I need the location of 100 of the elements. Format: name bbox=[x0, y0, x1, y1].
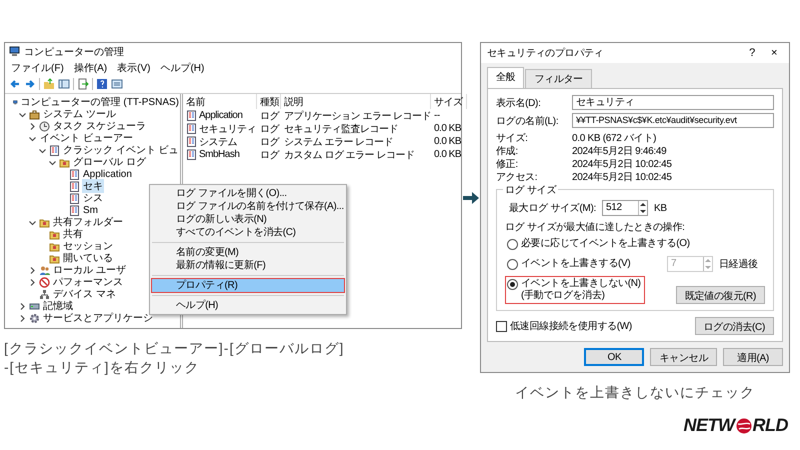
table-cell-text: 0.0 KB bbox=[433, 122, 462, 135]
menu-item[interactable]: ログ ファイルの名前を付けて保存(A)... bbox=[152, 200, 344, 213]
help-button[interactable]: ? bbox=[741, 47, 763, 59]
expand-chevron-icon[interactable] bbox=[28, 122, 36, 130]
menu-item[interactable]: プロパティ(R) bbox=[152, 279, 344, 292]
view-icon[interactable] bbox=[111, 78, 123, 90]
tree-item[interactable]: Application bbox=[82, 168, 133, 180]
log-name: Application bbox=[199, 110, 242, 121]
panel-icon[interactable] bbox=[58, 78, 70, 90]
checkbox[interactable] bbox=[496, 320, 507, 332]
tree-item[interactable]: クラシック イベント ビュ bbox=[62, 143, 180, 157]
clock-icon bbox=[39, 120, 50, 132]
clear-log-button[interactable]: ログの消去(C) bbox=[694, 317, 774, 335]
radio-option[interactable]: 必要に応じてイベントを上書きする(O) bbox=[505, 236, 765, 254]
table-cell-text: 0.0 KB bbox=[433, 148, 462, 161]
tree-item[interactable]: パフォーマンス bbox=[52, 275, 124, 289]
expand-chevron-icon[interactable] bbox=[28, 278, 36, 286]
menu-item[interactable]: ヘルプ(H) bbox=[160, 60, 204, 74]
table-cell-text: セキュリティ監査レコード bbox=[283, 122, 399, 135]
tab[interactable]: フィルター bbox=[525, 69, 592, 88]
expand-chevron-icon[interactable] bbox=[18, 302, 26, 310]
column-header[interactable]: サイズ bbox=[431, 94, 467, 109]
log-name: SmbHash bbox=[199, 149, 240, 160]
radio-button[interactable] bbox=[507, 279, 518, 290]
input-field[interactable]: ¥¥TT-PSNAS¥c$¥K.etc¥audit¥security.evt bbox=[572, 113, 774, 128]
spin-up-icon bbox=[705, 258, 711, 263]
restore-defaults-button[interactable]: 既定値の復元(R) bbox=[676, 286, 765, 304]
help-icon[interactable] bbox=[96, 78, 108, 90]
menu-item[interactable]: ログ ファイルを開く(O)... bbox=[152, 187, 344, 200]
menu-item[interactable]: ファイル(F) bbox=[11, 60, 64, 74]
gauge-icon bbox=[39, 276, 50, 288]
info-label: サイズ: bbox=[496, 132, 529, 145]
close-button[interactable]: × bbox=[763, 47, 785, 59]
expand-chevron-icon[interactable] bbox=[28, 266, 36, 274]
tree-item[interactable]: 共有フォルダー bbox=[52, 215, 124, 229]
spin-up-icon[interactable] bbox=[640, 202, 646, 207]
tree-item[interactable]: セッション bbox=[62, 239, 114, 253]
dialog-button[interactable]: OK bbox=[584, 348, 644, 366]
log-icon bbox=[186, 110, 197, 121]
menu-item[interactable]: 表示(V) bbox=[117, 60, 150, 74]
log-icon bbox=[49, 144, 60, 156]
menu-item[interactable]: ヘルプ(H) bbox=[152, 299, 344, 312]
option-label: イベントを上書きしない(N) (手動でログを消去) bbox=[521, 278, 641, 302]
tree-item[interactable]: 共有 bbox=[62, 227, 84, 241]
dialog-button[interactable]: キャンセル bbox=[650, 348, 717, 366]
radio-button[interactable] bbox=[507, 239, 518, 250]
spin-field: 7 bbox=[667, 256, 713, 272]
forward-arrow-icon[interactable] bbox=[24, 78, 36, 90]
tree-item[interactable]: デバイス マネ bbox=[52, 287, 117, 301]
table-cell-text: ログ bbox=[259, 122, 280, 135]
tree-item[interactable]: セキ bbox=[82, 179, 104, 193]
menu-item[interactable]: 最新の情報に更新(F) bbox=[152, 259, 344, 272]
table-cell-text: 0.0 KB bbox=[433, 135, 462, 148]
spin-down-icon bbox=[705, 265, 711, 270]
unit-label: KB bbox=[654, 202, 667, 214]
back-arrow-icon[interactable] bbox=[9, 78, 21, 90]
tree-item[interactable]: イベント ビューアー bbox=[39, 131, 134, 145]
option-label: イベントを上書きする(V) bbox=[521, 258, 630, 270]
dialog-button[interactable]: 適用(A) bbox=[723, 348, 783, 366]
folder-icon bbox=[49, 252, 60, 264]
input-field[interactable]: セキュリティ bbox=[572, 95, 774, 110]
tree-item[interactable]: コンピューターの管理 (TT-PSNAS) bbox=[20, 95, 180, 109]
spin-field[interactable]: 512 bbox=[602, 200, 648, 216]
device-icon bbox=[39, 288, 50, 300]
tree-item[interactable]: システム ツール bbox=[42, 107, 117, 121]
gear-icon bbox=[29, 312, 40, 324]
log-icon bbox=[186, 149, 197, 160]
info-value: 0.0 KB (672 バイト) bbox=[572, 132, 658, 145]
log-icon bbox=[69, 204, 80, 216]
window-title: セキュリティのプロパティ bbox=[487, 46, 604, 60]
spin-down-icon[interactable] bbox=[640, 209, 646, 214]
column-header[interactable]: 説明 bbox=[281, 94, 431, 109]
tree-item[interactable]: シス bbox=[82, 191, 104, 205]
radio-option[interactable]: イベントを上書きする(V) bbox=[505, 256, 661, 274]
menu-item[interactable]: 名前の変更(M) bbox=[152, 246, 344, 259]
table-cell-text: ログ bbox=[259, 110, 280, 122]
logo-text: RLD bbox=[752, 415, 788, 436]
right-arrow-icon bbox=[463, 192, 479, 204]
menu-item[interactable]: 操作(A) bbox=[74, 60, 108, 74]
folder-up-icon[interactable] bbox=[43, 78, 55, 90]
tree-item[interactable]: ローカル ユーザ bbox=[52, 263, 127, 277]
tab[interactable]: 全般 bbox=[487, 67, 524, 88]
folder-icon bbox=[39, 216, 50, 228]
tree-item[interactable]: グローバル ログ bbox=[72, 155, 147, 169]
column-header[interactable]: 種類 bbox=[257, 94, 281, 109]
info-value: 2024年5月2日 9:46:49 bbox=[572, 145, 668, 158]
tree-item[interactable]: タスク スケジューラ bbox=[52, 119, 147, 133]
column-header[interactable]: 名前 bbox=[183, 94, 257, 109]
tree-item[interactable]: Sm bbox=[82, 204, 99, 216]
expand-chevron-icon[interactable] bbox=[18, 314, 26, 322]
tree-item[interactable]: 記憶域 bbox=[42, 299, 74, 313]
tree-item[interactable]: サービスとアプリケーシ bbox=[42, 311, 154, 325]
menu-item[interactable]: ログの新しい表示(N) bbox=[152, 213, 344, 226]
toolbox-icon bbox=[29, 108, 40, 120]
radio-button[interactable] bbox=[507, 259, 518, 270]
highlight-frame[interactable]: イベントを上書きしない(N) (手動でログを消去) bbox=[505, 276, 645, 304]
menu-item[interactable]: すべてのイベントを消去(C) bbox=[152, 226, 344, 239]
unit-label: 日経過後 bbox=[719, 258, 758, 271]
tree-item[interactable]: 開いている bbox=[62, 251, 114, 265]
export-icon[interactable] bbox=[77, 78, 89, 90]
